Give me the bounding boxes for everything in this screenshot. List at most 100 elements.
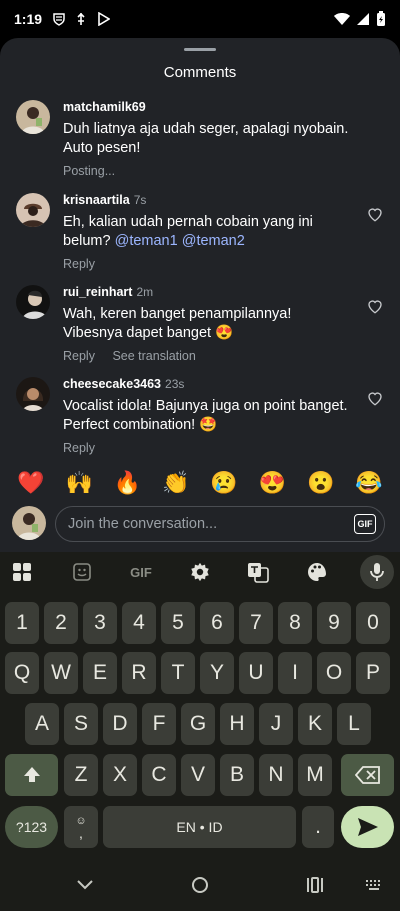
comment-input[interactable]: Join the conversation... GIF [55,506,385,542]
mention-link[interactable]: @teman2 [182,233,245,249]
comment-text: Vocalist idola! Bajunya juga on point ba… [63,398,348,433]
key-w[interactable]: W [44,652,78,694]
key-7[interactable]: 7 [239,602,273,644]
comment-text: Eh, kalian udah pernah cobain yang ini b… [63,214,313,249]
avatar[interactable] [16,193,50,227]
comment-username[interactable]: krisnaartila [63,193,130,207]
key-0[interactable]: 0 [356,602,390,644]
comment-input-placeholder: Join the conversation... [68,516,218,532]
key-g[interactable]: G [181,703,215,745]
comma-key[interactable]: ☺ , [64,806,98,848]
key-6[interactable]: 6 [200,602,234,644]
key-b[interactable]: B [220,754,254,796]
settings-gear-icon[interactable] [189,560,211,584]
recents-icon[interactable] [305,875,325,895]
key-m[interactable]: M [298,754,332,796]
key-p[interactable]: P [356,652,390,694]
usb-icon [77,12,85,25]
key-r[interactable]: R [122,652,156,694]
see-translation-button[interactable]: See translation [112,349,195,363]
key-a[interactable]: A [25,703,59,745]
comment-time: 2m [136,285,154,299]
emoji-fire[interactable]: 🔥 [113,470,143,500]
reply-button[interactable]: Reply [63,257,95,271]
mention-link[interactable]: @teman1 [115,233,178,249]
gif-keyboard-button[interactable]: GIF [126,560,156,584]
key-9[interactable]: 9 [317,602,351,644]
comment-username[interactable]: matchamilk69 [63,100,353,114]
avatar[interactable] [16,377,50,411]
like-heart-icon[interactable] [366,389,384,407]
comment-time: 7s [133,193,147,207]
key-s[interactable]: S [64,703,98,745]
comments-sheet: Comments matchamilk69 Duh liatnya aja ud… [0,38,400,552]
comment-item: matchamilk69 Duh liatnya aja udah seger,… [16,100,384,180]
key-d[interactable]: D [103,703,137,745]
key-k[interactable]: K [298,703,332,745]
emoji-crying[interactable]: 😢 [209,470,239,500]
key-l[interactable]: L [337,703,371,745]
key-z[interactable]: Z [64,754,98,796]
symbols-key[interactable]: ?123 [5,806,58,848]
key-e[interactable]: E [83,652,117,694]
emoji-laughing[interactable]: 😂 [354,470,384,500]
key-8[interactable]: 8 [278,602,312,644]
backspace-key[interactable] [341,754,394,796]
key-h[interactable]: H [220,703,254,745]
comment-header: cheesecake3463 23s [63,377,353,391]
comment-username[interactable]: rui_reinhart [63,285,132,299]
apps-grid-icon[interactable] [12,560,32,584]
wifi-icon [334,13,350,25]
sheet-drag-handle[interactable] [184,48,216,51]
key-1[interactable]: 1 [5,602,39,644]
key-t[interactable]: T [161,652,195,694]
sticker-icon[interactable] [72,560,92,584]
key-q[interactable]: Q [5,652,39,694]
status-bar: 1:19 [0,0,400,38]
key-4[interactable]: 4 [122,602,156,644]
reply-button[interactable]: Reply [63,441,95,455]
keyboard-switch-icon[interactable] [364,875,384,895]
space-key[interactable]: EN • ID [103,806,296,848]
key-v[interactable]: V [181,754,215,796]
comment-username[interactable]: cheesecake3463 [63,377,161,391]
key-x[interactable]: X [103,754,137,796]
shift-key[interactable] [5,754,58,796]
key-n[interactable]: N [259,754,293,796]
comment-item: krisnaartila 7s Eh, kalian udah pernah co… [16,193,384,273]
avatar[interactable] [16,285,50,319]
microphone-icon [370,563,384,581]
back-chevron-icon[interactable] [75,875,95,895]
key-5[interactable]: 5 [161,602,195,644]
signal-icon [357,13,369,25]
key-y[interactable]: Y [200,652,234,694]
key-2[interactable]: 2 [44,602,78,644]
key-o[interactable]: O [317,652,351,694]
period-key[interactable]: . [302,806,334,848]
key-c[interactable]: C [142,754,176,796]
emoji-surprised[interactable]: 😮 [306,470,336,500]
home-circle-icon[interactable] [190,875,210,895]
key-j[interactable]: J [259,703,293,745]
key-u[interactable]: U [239,652,273,694]
like-heart-icon[interactable] [366,297,384,315]
like-heart-icon[interactable] [366,205,384,223]
reply-button[interactable]: Reply [63,349,95,363]
microphone-button[interactable] [360,555,394,589]
emoji-heart[interactable]: ❤️ [16,470,46,500]
palette-icon[interactable] [306,560,328,584]
comment-time: 23s [165,377,185,391]
keyboard: GIF 1 2 3 4 5 6 7 8 9 0 Q W E R T Y U I … [0,552,400,857]
avatar[interactable] [16,100,50,134]
status-time: 1:19 [14,11,43,27]
translate-icon[interactable] [247,560,269,584]
emoji-raised-hands[interactable]: 🙌 [64,470,94,500]
comment-text: Wah, keren banget penampilannya! Vibesny… [63,306,292,341]
gif-button[interactable]: GIF [354,514,376,534]
key-i[interactable]: I [278,652,312,694]
key-3[interactable]: 3 [83,602,117,644]
emoji-heart-eyes[interactable]: 😍 [257,470,287,500]
send-key[interactable] [341,806,394,848]
emoji-clap[interactable]: 👏 [161,470,191,500]
key-f[interactable]: F [142,703,176,745]
